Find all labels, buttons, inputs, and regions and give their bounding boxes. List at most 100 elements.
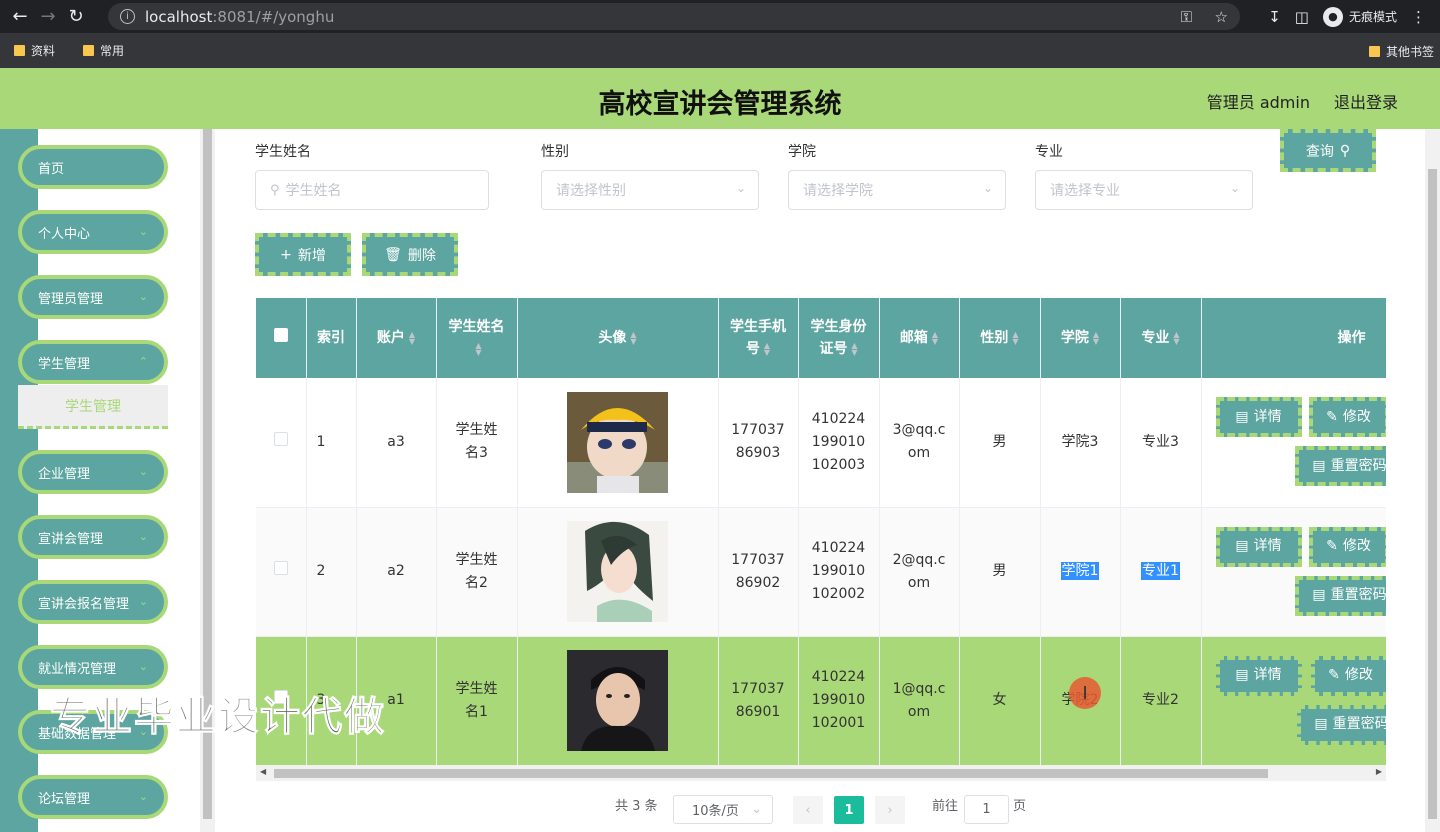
page-scrollbar[interactable] — [1425, 129, 1440, 832]
page-number-current[interactable]: 1 — [834, 796, 864, 824]
reset-password-button[interactable]: ▤ 重置密码 — [1294, 575, 1386, 616]
reload-icon[interactable]: ↻ — [62, 6, 90, 27]
bookmark-folder[interactable]: 常用 — [83, 42, 124, 59]
sidebar-item-label: 宣讲会管理 — [38, 531, 104, 547]
scrollbar-thumb[interactable] — [274, 769, 1268, 778]
sort-icon[interactable]: ▲ ▼ — [932, 331, 938, 346]
gender-select[interactable]: 请选择性别 ⌄ — [541, 170, 759, 210]
row-select-cell[interactable] — [256, 378, 307, 508]
table-horizontal-scrollbar[interactable]: ◀ ▶ — [256, 765, 1386, 781]
chevron-down-icon: ⌄ — [138, 225, 148, 238]
col-account[interactable]: 账户 ▲ ▼ — [356, 298, 437, 378]
sort-icon[interactable]: ▲ ▼ — [1173, 331, 1179, 346]
sort-icon[interactable]: ▲ ▼ — [1012, 331, 1018, 346]
row-checkbox[interactable] — [273, 561, 288, 575]
sort-icon[interactable]: ▲ ▼ — [1093, 331, 1099, 346]
avatar[interactable] — [567, 391, 668, 493]
sidebar-item-companies[interactable]: 企业管理 ⌄ — [18, 450, 168, 494]
col-email[interactable]: 邮箱 ▲ ▼ — [879, 298, 960, 378]
row-select-cell[interactable] — [256, 507, 307, 637]
info-icon[interactable]: i — [120, 9, 135, 24]
delete-button[interactable]: 🗑 删除 — [362, 233, 458, 276]
student-name-input[interactable]: ⚲ 学生姓名 — [255, 170, 489, 210]
major-select[interactable]: 请选择专业 ⌄ — [1035, 170, 1253, 210]
detail-button[interactable]: ▤ 详情 — [1215, 526, 1302, 567]
document-icon: ▤ — [1235, 538, 1249, 554]
other-bookmarks[interactable]: 其他书签 — [1368, 43, 1434, 60]
idno-cell: 410224199010102002 — [798, 507, 880, 637]
scrollbar-thumb[interactable] — [1428, 169, 1437, 819]
col-gender[interactable]: 性别 ▲ ▼ — [959, 298, 1041, 378]
sidebar-item-seminars[interactable]: 宣讲会管理 ⌄ — [18, 515, 168, 559]
add-button[interactable]: + 新增 — [255, 233, 351, 276]
sidepanel-icon[interactable]: ◫ — [1295, 8, 1309, 26]
reset-password-button[interactable]: ▤ 重置密码 — [1294, 446, 1386, 486]
sidebar-item-label: 学生管理 — [38, 356, 91, 372]
edit-button[interactable]: ✎ 修改 — [1308, 526, 1386, 567]
scroll-left-icon[interactable]: ◀ — [260, 767, 266, 776]
avatar[interactable] — [567, 521, 668, 622]
bookmarks-bar: 资料 常用 其他书签 — [0, 33, 1440, 68]
sidebar-item-forum[interactable]: 论坛管理 ⌄ — [18, 775, 168, 819]
next-page-button[interactable]: › — [875, 796, 905, 824]
select-all-cell[interactable] — [256, 298, 307, 378]
sidebar-item-students[interactable]: 学生管理 ⌃ — [18, 340, 168, 384]
col-avatar[interactable]: 头像 ▲ ▼ — [517, 298, 719, 378]
sort-icon[interactable]: ▲ ▼ — [630, 331, 636, 346]
prev-page-button[interactable]: ‹ — [793, 796, 823, 824]
edit-button[interactable]: ✎ 修改 — [1308, 397, 1386, 437]
query-label: 查询 — [1305, 143, 1334, 160]
col-phone[interactable]: 学生手机号 ▲ ▼ — [718, 298, 799, 378]
page-size-select[interactable]: 10条/页 ⌄ — [673, 795, 773, 824]
sort-icon[interactable]: ▲ ▼ — [851, 342, 857, 357]
edit-button[interactable]: ✎ 修改 — [1310, 655, 1386, 696]
sort-icon[interactable]: ▲ ▼ — [764, 342, 770, 357]
sort-icon[interactable]: ▲ ▼ — [475, 342, 481, 357]
incognito-badge[interactable]: ● 无痕模式 — [1322, 6, 1397, 27]
pencil-icon: ✎ — [1326, 538, 1338, 554]
reset-password-button[interactable]: ▤ 重置密码 — [1296, 704, 1386, 745]
avatar[interactable] — [567, 650, 668, 751]
sidebar-item-label: 宣讲会报名管理 — [38, 596, 130, 612]
download-icon[interactable]: ↧ — [1268, 8, 1281, 26]
star-icon[interactable]: ☆ — [1215, 8, 1228, 26]
detail-button[interactable]: ▤ 详情 — [1215, 397, 1302, 437]
col-name[interactable]: 学生姓名 ▲ ▼ — [436, 298, 518, 378]
index-cell: 1 — [306, 378, 357, 508]
col-major[interactable]: 专业 ▲ ▼ — [1120, 298, 1202, 378]
address-bar[interactable]: i localhost:8081/#/yonghu ⚿ ☆ — [108, 3, 1240, 30]
row-checkbox[interactable] — [273, 431, 288, 446]
pencil-icon: ✎ — [1328, 667, 1340, 683]
sidebar-item-profile[interactable]: 个人中心 ⌄ — [18, 210, 168, 254]
sidebar-item-label: 论坛管理 — [38, 791, 91, 807]
forward-icon[interactable]: → — [34, 6, 62, 27]
more-icon[interactable]: ⋮ — [1411, 8, 1426, 26]
scroll-right-icon[interactable]: ▶ — [1376, 767, 1382, 776]
sidebar-item-employment[interactable]: 就业情况管理 ⌄ — [18, 645, 168, 689]
sidebar-item-registrations[interactable]: 宣讲会报名管理 ⌄ — [18, 580, 168, 624]
col-idno[interactable]: 学生身份证号 ▲ ▼ — [798, 298, 880, 378]
college-select[interactable]: 请选择学院 ⌄ — [788, 170, 1006, 210]
page-unit-label: 页 — [1013, 799, 1027, 814]
sidebar-item-admin[interactable]: 管理员管理 ⌄ — [18, 275, 168, 319]
back-icon[interactable]: ← — [6, 6, 34, 27]
plus-icon: + — [280, 246, 292, 263]
logout-link[interactable]: 退出登录 — [1334, 89, 1398, 113]
col-college[interactable]: 学院 ▲ ▼ — [1040, 298, 1121, 378]
bookmark-folder[interactable]: 资料 — [14, 42, 55, 59]
sidebar-item-home[interactable]: 首页 — [18, 145, 168, 189]
reset-label: 重置密码 — [1330, 587, 1386, 603]
chevron-down-icon: ⌄ — [138, 660, 148, 673]
email-cell: 1@qq.com — [879, 636, 960, 766]
phone-cell: 17703786903 — [718, 378, 799, 508]
chevron-up-icon: ⌃ — [138, 355, 148, 368]
phone-cell: 17703786901 — [718, 636, 799, 766]
submenu-item-students[interactable]: 学生管理 — [18, 385, 168, 429]
detail-button[interactable]: ▤ 详情 — [1215, 655, 1302, 696]
sort-icon[interactable]: ▲ ▼ — [409, 331, 415, 346]
query-button[interactable]: 查询 ⚲ — [1280, 129, 1376, 172]
watermark-text: 专业毕业设计代做 — [50, 694, 386, 741]
select-all-checkbox[interactable] — [273, 328, 288, 342]
key-icon[interactable]: ⚿ — [1181, 8, 1192, 26]
goto-page-input[interactable]: 1 — [964, 795, 1009, 824]
